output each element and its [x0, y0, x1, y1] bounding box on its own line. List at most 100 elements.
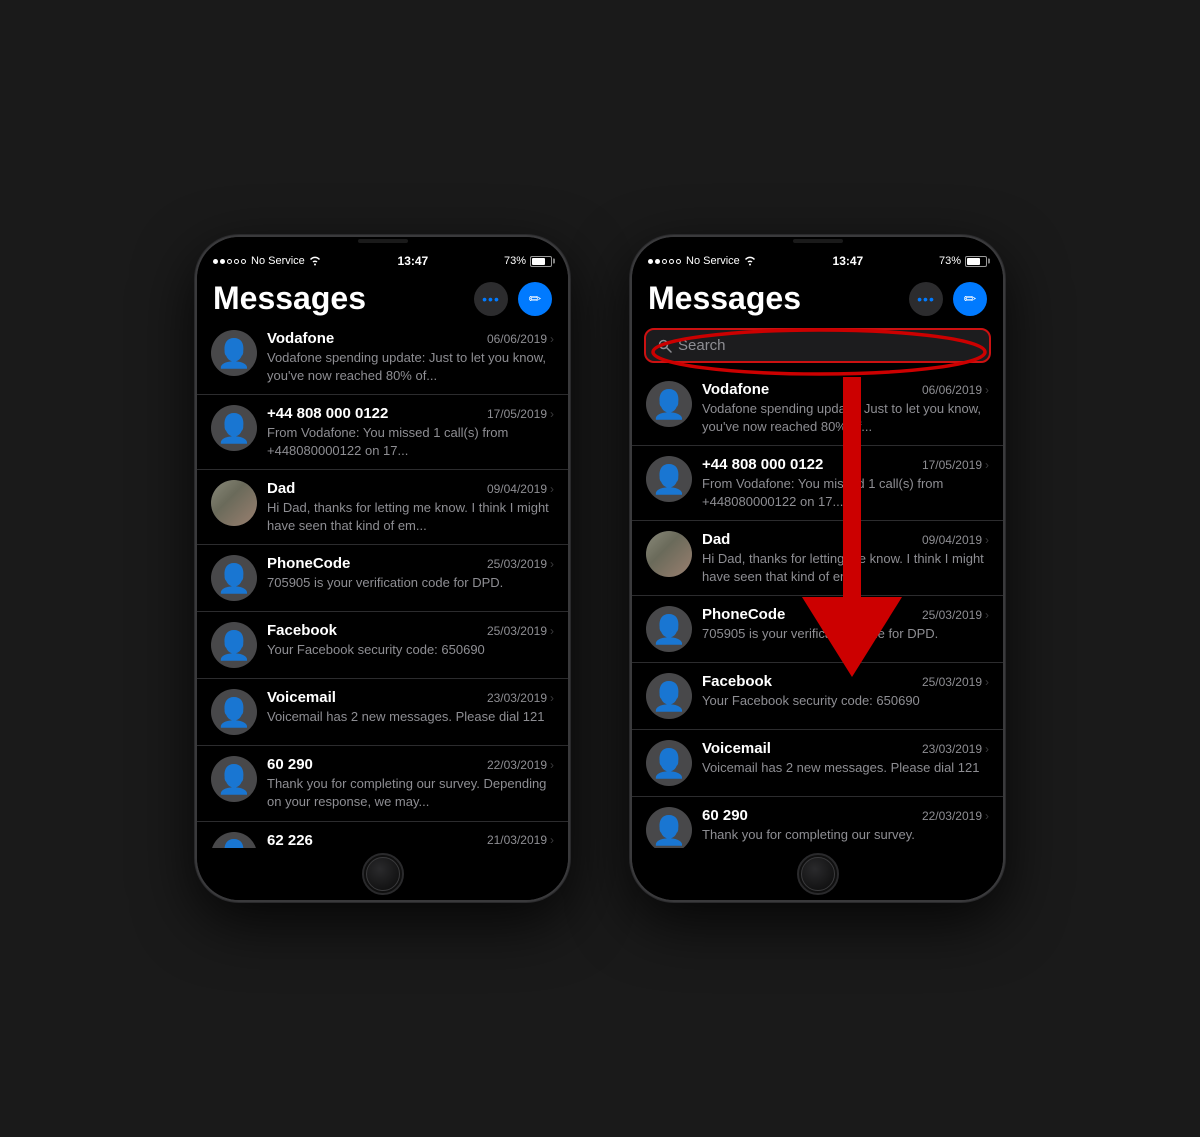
header-actions-right: ••• ✏: [909, 282, 987, 316]
list-item[interactable]: 👤 PhoneCode 25/03/2019 › 705905 is your …: [632, 596, 1003, 663]
no-service-label-right: No Service: [686, 255, 740, 267]
sender-name: Facebook: [267, 622, 337, 639]
sender-name: Voicemail: [267, 689, 336, 706]
compose-icon-right: ✏: [964, 290, 977, 308]
message-date: 06/06/2019 ›: [922, 383, 989, 397]
battery-right: [965, 256, 987, 267]
sender-name: 62 226: [267, 832, 313, 848]
avatar: 👤: [211, 689, 257, 735]
compose-button-right[interactable]: ✏: [953, 282, 987, 316]
signal-dots-left: [213, 259, 246, 264]
list-item[interactable]: 👤 Vodafone 06/06/2019 › Vodafone spendin…: [632, 371, 1003, 446]
message-preview: Hi Dad, thanks for letting me know. I th…: [267, 499, 554, 534]
home-button-left[interactable]: [362, 853, 404, 895]
list-item[interactable]: 👤 62 226 21/03/2019 ›: [197, 822, 568, 848]
dots-icon-right: •••: [917, 292, 935, 306]
message-date: 22/03/2019 ›: [922, 809, 989, 823]
wifi-icon-left: [308, 256, 322, 266]
list-item[interactable]: Dad 09/04/2019 › Hi Dad, thanks for lett…: [197, 470, 568, 545]
search-bar[interactable]: Search: [644, 328, 991, 363]
sender-name: Vodafone: [267, 330, 334, 347]
list-item[interactable]: 👤 60 290 22/03/2019 › Thank you for comp…: [632, 797, 1003, 848]
message-preview: Voicemail has 2 new messages. Please dia…: [267, 708, 554, 726]
list-item[interactable]: 👤 PhoneCode 25/03/2019 › 705905 is your …: [197, 545, 568, 612]
status-right-right: 73%: [939, 255, 987, 267]
signal-dot-5: [241, 259, 246, 264]
more-button-right[interactable]: •••: [909, 282, 943, 316]
list-item[interactable]: 👤 Vodafone 06/06/2019 › Vodafone spendin…: [197, 320, 568, 395]
avatar: 👤: [646, 381, 692, 427]
list-item[interactable]: 👤 Facebook 25/03/2019 › Your Facebook se…: [632, 663, 1003, 730]
compose-icon-left: ✏: [529, 290, 542, 308]
message-date: 22/03/2019 ›: [487, 758, 554, 772]
list-item[interactable]: Dad 09/04/2019 › Hi Dad, thanks for lett…: [632, 521, 1003, 596]
dots-icon-left: •••: [482, 292, 500, 306]
sender-name: Dad: [702, 531, 730, 548]
message-header-row: Dad 09/04/2019 ›: [702, 531, 989, 548]
compose-button-left[interactable]: ✏: [518, 282, 552, 316]
person-icon: 👤: [217, 838, 252, 848]
person-icon: 👤: [652, 613, 687, 646]
battery-body-right: [965, 256, 987, 267]
battery-percent-right: 73%: [939, 255, 961, 267]
header-actions-left: ••• ✏: [474, 282, 552, 316]
signal-dot-r5: [676, 259, 681, 264]
header-row-right: Messages ••• ✏: [648, 281, 987, 316]
avatar: 👤: [211, 405, 257, 451]
message-preview: Hi Dad, thanks for letting me know. I th…: [702, 550, 989, 585]
message-preview: Thank you for completing our survey.: [702, 826, 989, 844]
more-button-left[interactable]: •••: [474, 282, 508, 316]
message-content: 62 226 21/03/2019 ›: [267, 832, 554, 848]
dad-avatar: [211, 480, 257, 526]
home-button-area-right: [632, 848, 1003, 900]
wifi-icon-right: [743, 256, 757, 266]
time-left: 13:47: [398, 254, 429, 268]
message-date: 25/03/2019 ›: [922, 675, 989, 689]
status-bar-left: No Service 13:47 73%: [197, 245, 568, 273]
avatar: 👤: [646, 606, 692, 652]
avatar: [646, 531, 692, 577]
message-date: 17/05/2019 ›: [922, 458, 989, 472]
signal-dot-4: [234, 259, 239, 264]
list-item[interactable]: 👤 60 290 22/03/2019 › Thank you for comp…: [197, 746, 568, 821]
message-header-row: Facebook 25/03/2019 ›: [267, 622, 554, 639]
message-content: Vodafone 06/06/2019 › Vodafone spending …: [702, 381, 989, 435]
message-list-right: 👤 Vodafone 06/06/2019 › Vodafone spendin…: [632, 371, 1003, 848]
list-item[interactable]: 👤 +44 808 000 0122 17/05/2019 › From Vod…: [197, 395, 568, 470]
person-icon: 👤: [217, 337, 252, 370]
message-preview: From Vodafone: You missed 1 call(s) from…: [267, 424, 554, 459]
message-date: 23/03/2019 ›: [487, 691, 554, 705]
message-header-row: +44 808 000 0122 17/05/2019 ›: [702, 456, 989, 473]
list-item[interactable]: 👤 Facebook 25/03/2019 › Your Facebook se…: [197, 612, 568, 679]
search-icon: [658, 339, 672, 353]
message-preview: Vodafone spending update: Just to let yo…: [267, 349, 554, 384]
person-icon: 👤: [652, 680, 687, 713]
sender-name: +44 808 000 0122: [702, 456, 823, 473]
message-date: 25/03/2019 ›: [487, 557, 554, 571]
message-date: 17/05/2019 ›: [487, 407, 554, 421]
signal-dot-r2: [655, 259, 660, 264]
list-item[interactable]: 👤 Voicemail 23/03/2019 › Voicemail has 2…: [197, 679, 568, 746]
status-left-left: No Service: [213, 255, 322, 267]
speaker-left: [358, 239, 408, 243]
message-content: PhoneCode 25/03/2019 › 705905 is your ve…: [702, 606, 989, 643]
signal-dot-2: [220, 259, 225, 264]
list-item[interactable]: 👤 +44 808 000 0122 17/05/2019 › From Vod…: [632, 446, 1003, 521]
app-header-right: Messages ••• ✏: [632, 273, 1003, 320]
no-service-label-left: No Service: [251, 255, 305, 267]
battery-fill-left: [532, 258, 545, 265]
iphone-left: No Service 13:47 73%: [195, 235, 570, 902]
message-preview: From Vodafone: You missed 1 call(s) from…: [702, 475, 989, 510]
home-button-right[interactable]: [797, 853, 839, 895]
message-content: Dad 09/04/2019 › Hi Dad, thanks for lett…: [702, 531, 989, 585]
signal-dot-1: [213, 259, 218, 264]
message-preview: 705905 is your verification code for DPD…: [267, 574, 554, 592]
person-icon: 👤: [217, 412, 252, 445]
message-content: Facebook 25/03/2019 › Your Facebook secu…: [267, 622, 554, 659]
avatar: 👤: [211, 756, 257, 802]
person-icon: 👤: [217, 696, 252, 729]
messages-title-left: Messages: [213, 281, 366, 316]
status-bar-right: No Service 13:47 73%: [632, 245, 1003, 273]
message-header-row: +44 808 000 0122 17/05/2019 ›: [267, 405, 554, 422]
list-item[interactable]: 👤 Voicemail 23/03/2019 › Voicemail has 2…: [632, 730, 1003, 797]
